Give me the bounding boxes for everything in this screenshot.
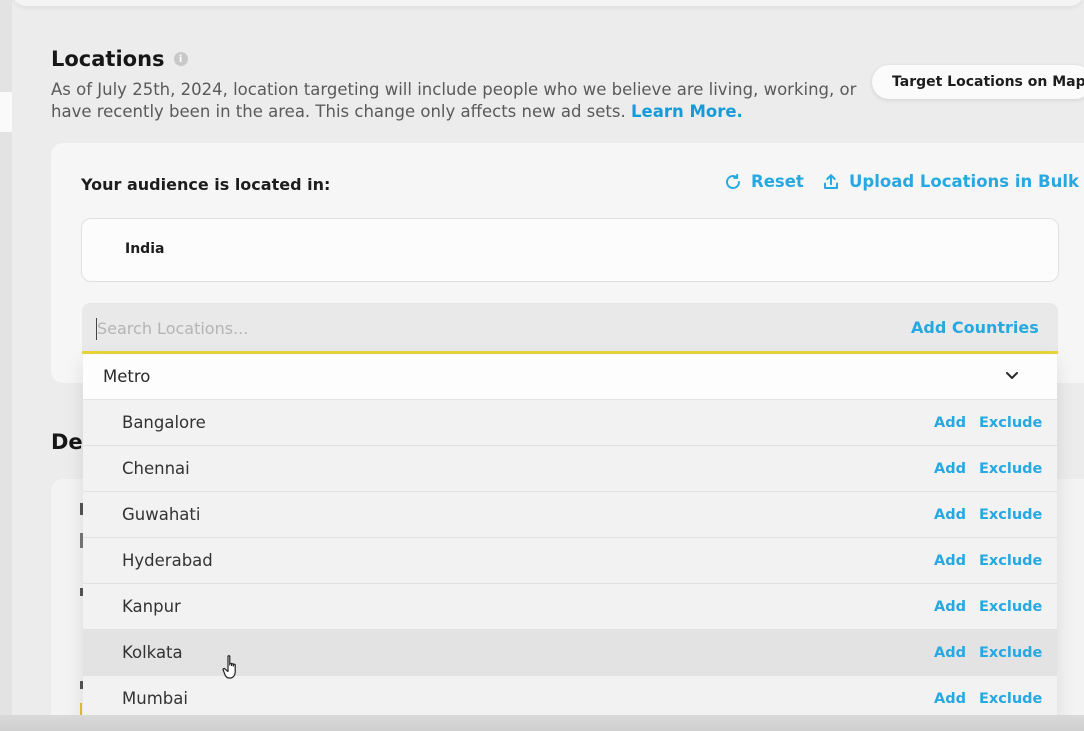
location-name: Guwahati xyxy=(122,505,201,524)
target-locations-on-map-button[interactable]: Target Locations on Map xyxy=(872,65,1084,99)
locations-title-text: Locations xyxy=(51,47,165,71)
selected-locations-box xyxy=(81,218,1059,282)
add-button[interactable]: Add xyxy=(934,492,966,538)
locations-description: As of July 25th, 2024, location targetin… xyxy=(51,79,881,123)
next-section-title: De xyxy=(51,430,83,454)
metro-group-label: Metro xyxy=(103,367,151,386)
exclude-button[interactable]: Exclude xyxy=(979,630,1042,676)
left-panel-highlight xyxy=(0,92,12,132)
upload-icon xyxy=(824,173,838,189)
location-row-guwahati[interactable]: Guwahati Add Exclude xyxy=(83,492,1057,538)
exclude-button[interactable]: Exclude xyxy=(979,492,1042,538)
reset-button[interactable]: Reset xyxy=(724,172,804,191)
add-button[interactable]: Add xyxy=(934,400,966,446)
metro-group-header[interactable]: Metro xyxy=(83,354,1057,400)
location-name: Kanpur xyxy=(122,597,181,616)
location-name: Chennai xyxy=(122,459,190,478)
chevron-down-icon xyxy=(1006,372,1018,379)
hand-pointer-icon xyxy=(222,655,236,679)
location-row-hyderabad[interactable]: Hyderabad Add Exclude xyxy=(83,538,1057,584)
location-name: Kolkata xyxy=(122,643,183,662)
audience-location-label: Your audience is located in: xyxy=(81,175,331,194)
add-button[interactable]: Add xyxy=(934,538,966,584)
exclude-button[interactable]: Exclude xyxy=(979,584,1042,630)
location-row-chennai[interactable]: Chennai Add Exclude xyxy=(83,446,1057,492)
exclude-button[interactable]: Exclude xyxy=(979,446,1042,492)
location-name: Hyderabad xyxy=(122,551,213,570)
bottom-bar xyxy=(0,715,1084,731)
refresh-icon xyxy=(726,173,740,189)
location-row-bangalore[interactable]: Bangalore Add Exclude xyxy=(83,400,1057,446)
exclude-button[interactable]: Exclude xyxy=(979,538,1042,584)
page: Locations i As of July 25th, 2024, locat… xyxy=(0,0,1084,731)
add-button[interactable]: Add xyxy=(934,446,966,492)
selected-location-chip[interactable]: India xyxy=(125,241,164,257)
learn-more-link[interactable]: Learn More. xyxy=(631,102,743,121)
search-locations-input[interactable] xyxy=(97,315,777,341)
previous-card-edge xyxy=(12,0,1084,6)
location-name: Bangalore xyxy=(122,413,206,432)
upload-locations-in-bulk-button[interactable]: Upload Locations in Bulk xyxy=(822,172,1079,191)
add-button[interactable]: Add xyxy=(934,584,966,630)
locations-title: Locations i xyxy=(51,47,188,71)
exclude-button[interactable]: Exclude xyxy=(979,400,1042,446)
reset-label: Reset xyxy=(751,172,804,191)
add-button[interactable]: Add xyxy=(934,630,966,676)
upload-label: Upload Locations in Bulk xyxy=(849,172,1079,191)
add-countries-button[interactable]: Add Countries xyxy=(911,318,1039,337)
location-row-kanpur[interactable]: Kanpur Add Exclude xyxy=(83,584,1057,630)
info-icon[interactable]: i xyxy=(173,52,188,66)
